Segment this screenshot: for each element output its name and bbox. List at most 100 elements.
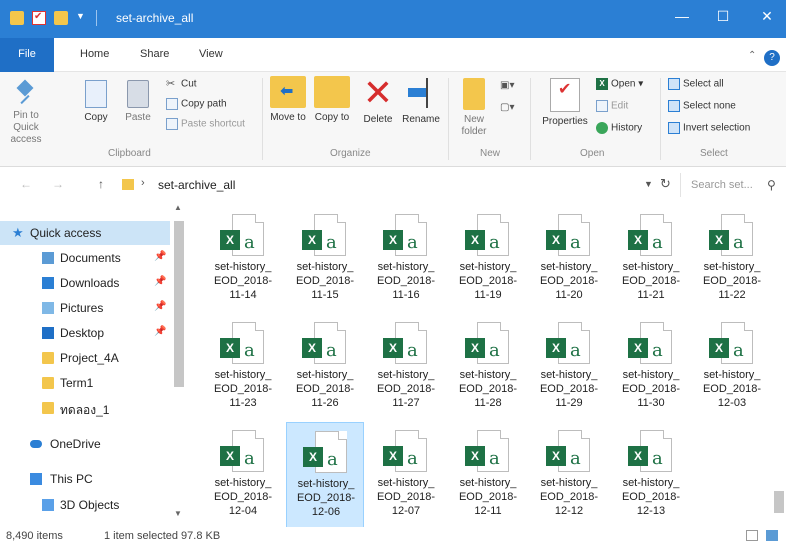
scrollbar-thumb[interactable] (174, 221, 184, 387)
up-arrow-icon[interactable]: ↑ (98, 177, 104, 191)
sidebar-item-quick-access[interactable]: ★ Quick access (0, 221, 170, 245)
rename-button[interactable]: Rename (400, 76, 442, 126)
file-item[interactable]: Xa set-history_ EOD_2018- 12-12 (530, 422, 608, 532)
forward-arrow-icon[interactable]: → (52, 177, 64, 191)
pin-icon[interactable]: 📌 (154, 276, 166, 287)
collapse-ribbon-icon[interactable]: ⌃ (748, 50, 756, 61)
file-name-line: set-history_ (296, 369, 354, 381)
file-name-line: 11-15 (311, 289, 339, 301)
new-folder-icon (463, 78, 485, 110)
help-icon[interactable]: ? (764, 50, 780, 66)
file-item[interactable]: Xa set-history_ EOD_2018- 11-19 (449, 206, 527, 316)
new-item-icon[interactable]: ▣▾ (500, 80, 514, 91)
minimize-button[interactable]: — (667, 8, 697, 24)
file-item[interactable]: Xa set-history_ EOD_2018- 11-27 (367, 314, 445, 424)
new-folder-button[interactable]: New folder (454, 78, 494, 138)
breadcrumb[interactable]: set-archive_all (158, 178, 235, 192)
file-explorer-window: ▼ set-archive_all — ☐ ✕ File Home Share … (0, 0, 786, 545)
file-item[interactable]: Xa set-history_ EOD_2018- 11-22 (693, 206, 771, 316)
scroll-down-icon[interactable]: ▼ (174, 509, 182, 518)
excel-badge: X (546, 338, 566, 358)
paste-shortcut-button[interactable]: Paste shortcut (166, 118, 245, 130)
copy-path-button[interactable]: Copy path (166, 98, 227, 110)
tab-home[interactable]: Home (80, 48, 109, 60)
copy-to-button[interactable]: Copy to (312, 76, 352, 124)
select-none-button[interactable]: Select none (668, 100, 736, 112)
select-none-icon (668, 100, 680, 112)
delete-button[interactable]: ✕ Delete (358, 75, 398, 126)
select-all-button[interactable]: Select all (668, 78, 724, 90)
file-name: set-history_ EOD_2018- 11-16 (367, 260, 445, 302)
scroll-up-icon[interactable]: ▲ (174, 203, 182, 212)
sidebar-item-3d-objects[interactable]: 3D Objects (0, 493, 170, 517)
properties-quick-icon[interactable] (32, 11, 46, 25)
customize-quick-access-icon[interactable]: ▼ (76, 11, 90, 25)
file-glyph: a (407, 340, 418, 361)
file-item[interactable]: Xa set-history_ EOD_2018- 11-20 (530, 206, 608, 316)
scrollbar-thumb[interactable] (774, 491, 784, 513)
properties-button[interactable]: Properties (536, 78, 594, 128)
paste-button[interactable]: Paste (120, 80, 156, 124)
chevron-right-icon[interactable]: › (141, 177, 145, 189)
file-item[interactable]: Xa set-history_ EOD_2018- 12-03 (693, 314, 771, 424)
excel-badge: X (302, 230, 322, 250)
file-name: set-history_ EOD_2018- 11-23 (204, 368, 282, 410)
file-item[interactable]: Xa set-history_ EOD_2018- 11-28 (449, 314, 527, 424)
copy-to-icon (314, 76, 350, 108)
file-item[interactable]: Xa set-history_ EOD_2018- 11-23 (204, 314, 282, 424)
excel-badge: X (383, 230, 403, 250)
details-view-icon[interactable] (746, 530, 758, 541)
pin-to-quick-access-button[interactable]: Pin to Quick access (4, 80, 48, 146)
pin-icon[interactable]: 📌 (154, 301, 166, 312)
file-grid-scrollbar[interactable] (770, 206, 786, 526)
maximize-button[interactable]: ☐ (708, 8, 738, 25)
move-to-button[interactable]: ⬅ Move to (268, 76, 308, 124)
cut-button[interactable]: ✂ Cut (166, 78, 197, 90)
copy-button[interactable]: Copy (80, 80, 112, 124)
pin-icon[interactable]: 📌 (154, 326, 166, 337)
file-item[interactable]: Xa set-history_ EOD_2018- 12-07 (367, 422, 445, 532)
easy-access-icon[interactable]: ▢▾ (500, 102, 514, 113)
sidebar-item-documents[interactable]: Documents 📌 (0, 246, 170, 270)
file-item[interactable]: Xa set-history_ EOD_2018- 12-04 (204, 422, 282, 532)
file-item[interactable]: Xa set-history_ EOD_2018- 11-16 (367, 206, 445, 316)
edit-button[interactable]: Edit (596, 100, 628, 112)
tab-view[interactable]: View (199, 48, 223, 60)
close-button[interactable]: ✕ (752, 8, 782, 25)
folder-icon[interactable] (10, 11, 24, 25)
invert-selection-button[interactable]: Invert selection (668, 122, 750, 134)
excel-badge: X (465, 338, 485, 358)
tab-file[interactable]: File (0, 38, 54, 72)
pin-icon[interactable]: 📌 (154, 251, 166, 262)
refresh-icon[interactable]: ↻ (660, 176, 671, 192)
file-item[interactable]: Xa set-history_ EOD_2018- 11-21 (612, 206, 690, 316)
tab-share[interactable]: Share (140, 48, 169, 60)
file-item[interactable]: Xa set-history_ EOD_2018- 11-15 (286, 206, 364, 316)
file-item[interactable]: Xa set-history_ EOD_2018- 11-14 (204, 206, 282, 316)
sidebar-item-pictures[interactable]: Pictures 📌 (0, 296, 170, 320)
excel-badge: X (303, 447, 323, 467)
sidebar-item-project-4a[interactable]: Project_4A (0, 346, 170, 370)
file-item[interactable]: Xa set-history_ EOD_2018- 11-30 (612, 314, 690, 424)
file-item[interactable]: Xa set-history_ EOD_2018- 12-11 (449, 422, 527, 532)
navigation-scrollbar[interactable]: ▲ ▼ (170, 203, 186, 525)
file-item[interactable]: Xa set-history_ EOD_2018- 12-06 (286, 422, 364, 532)
file-item[interactable]: Xa set-history_ EOD_2018- 12-13 (612, 422, 690, 532)
sidebar-item-thai-folder[interactable]: ทดลอง_1 (0, 396, 170, 420)
sidebar-item-this-pc[interactable]: This PC (0, 467, 170, 491)
chevron-down-icon[interactable]: ▼ (644, 179, 653, 189)
search-input[interactable]: Search set... ⚲ (680, 173, 780, 197)
large-icons-view-icon[interactable] (766, 530, 778, 541)
file-item[interactable]: Xa set-history_ EOD_2018- 11-26 (286, 314, 364, 424)
sidebar-item-desktop[interactable]: Desktop 📌 (0, 321, 170, 345)
file-name-line: 11-16 (392, 289, 420, 301)
file-item[interactable]: Xa set-history_ EOD_2018- 11-29 (530, 314, 608, 424)
history-button[interactable]: History (596, 122, 642, 134)
sidebar-item-term1[interactable]: Term1 (0, 371, 170, 395)
sidebar-item-onedrive[interactable]: OneDrive (0, 432, 170, 456)
new-folder-quick-icon[interactable] (54, 11, 68, 25)
excel-file-icon: Xa (546, 214, 592, 258)
open-button[interactable]: X Open ▾ (596, 78, 643, 90)
back-arrow-icon[interactable]: ← (20, 177, 32, 191)
sidebar-item-downloads[interactable]: Downloads 📌 (0, 271, 170, 295)
